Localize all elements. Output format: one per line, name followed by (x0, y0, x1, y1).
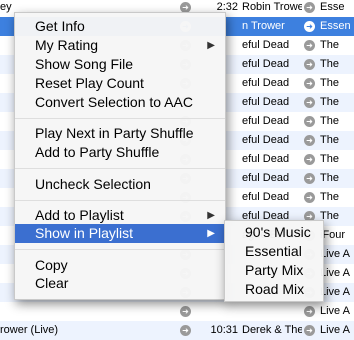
menu-add-party-shuffle[interactable]: Add to Party Shuffle (15, 143, 225, 162)
track-time: 10:31 (210, 324, 238, 336)
circle-arrow-icon[interactable]: ➜ (304, 116, 315, 127)
menu-convert-to-aac[interactable]: Convert Selection to AAC (15, 93, 225, 112)
circle-arrow-icon[interactable]: ➜ (304, 325, 315, 336)
circle-arrow-icon[interactable]: ➜ (304, 97, 315, 108)
menu-my-rating[interactable]: My Rating ▶ (15, 36, 225, 55)
track-album: The (320, 39, 339, 51)
track-artist: eful Dead (242, 39, 290, 51)
menu-get-info[interactable]: Get Info (15, 17, 225, 36)
track-artist: eful Dead (242, 77, 290, 89)
menu-show-in-playlist[interactable]: Show in Playlist ▶ (15, 224, 225, 243)
circle-arrow-icon[interactable]: ➜ (304, 2, 315, 13)
track-artist: Robin Trower (242, 1, 302, 13)
track-album: The (320, 115, 339, 127)
track-album: The (320, 153, 339, 165)
track-album: Essen (320, 20, 351, 32)
track-artist: eful Dead (242, 191, 290, 203)
track-artist: eful Dead (242, 153, 290, 165)
circle-arrow-icon[interactable]: ➜ (304, 59, 315, 70)
menu-separator (15, 118, 225, 119)
circle-arrow-icon[interactable]: ➜ (304, 40, 315, 51)
track-album: Live A (320, 267, 350, 279)
track-artist: Derek & The D... (242, 324, 302, 336)
circle-arrow-icon[interactable]: ➜ (180, 306, 191, 317)
track-album: The (320, 134, 339, 146)
track-artist: n Trower (242, 20, 285, 32)
track-album: Live A (320, 305, 350, 317)
track-artist: eful Dead (242, 115, 290, 127)
track-artist: eful Dead (242, 172, 290, 184)
menu-separator (15, 200, 225, 201)
circle-arrow-icon[interactable]: ➜ (304, 306, 315, 317)
submenu-road-mix[interactable]: Road Mix (225, 280, 323, 299)
menu-separator (15, 168, 225, 169)
track-album: The (320, 58, 339, 70)
circle-arrow-icon[interactable]: ➜ (180, 325, 191, 336)
track-album: The (320, 210, 339, 222)
circle-arrow-icon[interactable]: ➜ (304, 154, 315, 165)
circle-arrow-icon[interactable]: ➜ (304, 192, 315, 203)
track-album: Esse (320, 1, 345, 13)
submenu-triangle-icon: ▶ (207, 210, 215, 221)
menu-show-song-file[interactable]: Show Song File (15, 55, 225, 74)
track-album: The (320, 96, 339, 108)
circle-arrow-icon[interactable]: ➜ (304, 21, 315, 32)
circle-arrow-icon[interactable]: ➜ (304, 135, 315, 146)
track-artist: eful Dead (242, 134, 290, 146)
menu-separator (15, 249, 225, 250)
menu-uncheck-selection[interactable]: Uncheck Selection (15, 175, 225, 194)
submenu-90s-music[interactable]: 90's Music (225, 223, 323, 242)
menu-clear[interactable]: Clear (15, 274, 225, 293)
track-artist: eful Dead (242, 96, 290, 108)
track-album: The (320, 77, 339, 89)
submenu-triangle-icon: ▶ (207, 228, 215, 239)
menu-reset-play-count[interactable]: Reset Play Count (15, 74, 225, 93)
track-album: Live A (320, 248, 350, 260)
track-album: The (320, 191, 339, 203)
track-album: The (320, 172, 339, 184)
track-album: iFour (320, 229, 346, 241)
context-menu: Get Info My Rating ▶ Show Song File Reset… (14, 12, 226, 300)
menu-copy[interactable]: Copy (15, 256, 225, 275)
track-album: Live A (320, 324, 350, 336)
circle-arrow-icon[interactable]: ➜ (304, 173, 315, 184)
submenu-essential[interactable]: Essential (225, 242, 323, 261)
circle-arrow-icon[interactable]: ➜ (304, 78, 315, 89)
submenu-triangle-icon: ▶ (207, 40, 215, 51)
show-in-playlist-submenu: 90's Music Essential Party Mix Road Mix (224, 220, 324, 302)
track-artist: eful Dead (242, 58, 290, 70)
track-album: Live A (320, 286, 350, 298)
track-title: rower (Live) (0, 324, 59, 336)
submenu-party-mix[interactable]: Party Mix (225, 261, 323, 280)
track-row[interactable]: ➜ ➜ Live A (0, 302, 354, 321)
menu-add-to-playlist[interactable]: Add to Playlist ▶ (15, 206, 225, 225)
track-row[interactable]: rower (Live)➜10:31Derek & The D...➜Live … (0, 321, 354, 340)
menu-play-next-party-shuffle[interactable]: Play Next in Party Shuffle (15, 124, 225, 143)
